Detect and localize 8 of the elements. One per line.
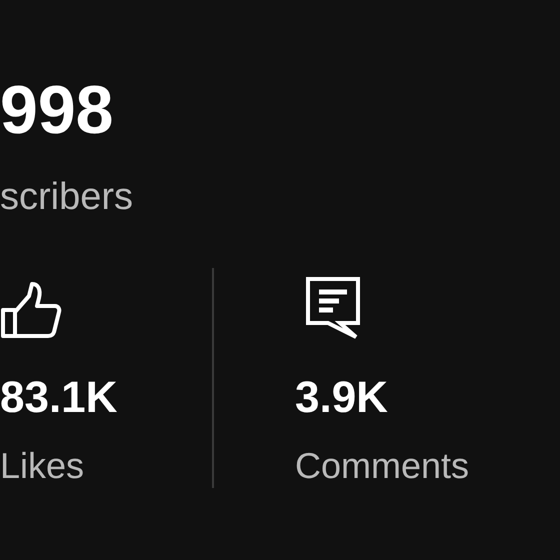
- subscriber-count: 998: [0, 76, 114, 144]
- likes-label: Likes: [0, 448, 84, 484]
- comments-label: Comments: [295, 448, 470, 484]
- thumbs-up-icon: [0, 282, 62, 340]
- comment-icon: [305, 276, 361, 340]
- subscribers-label: scribers: [0, 178, 134, 216]
- likes-count: 83.1K: [0, 376, 118, 420]
- comments-count: 3.9K: [295, 376, 388, 420]
